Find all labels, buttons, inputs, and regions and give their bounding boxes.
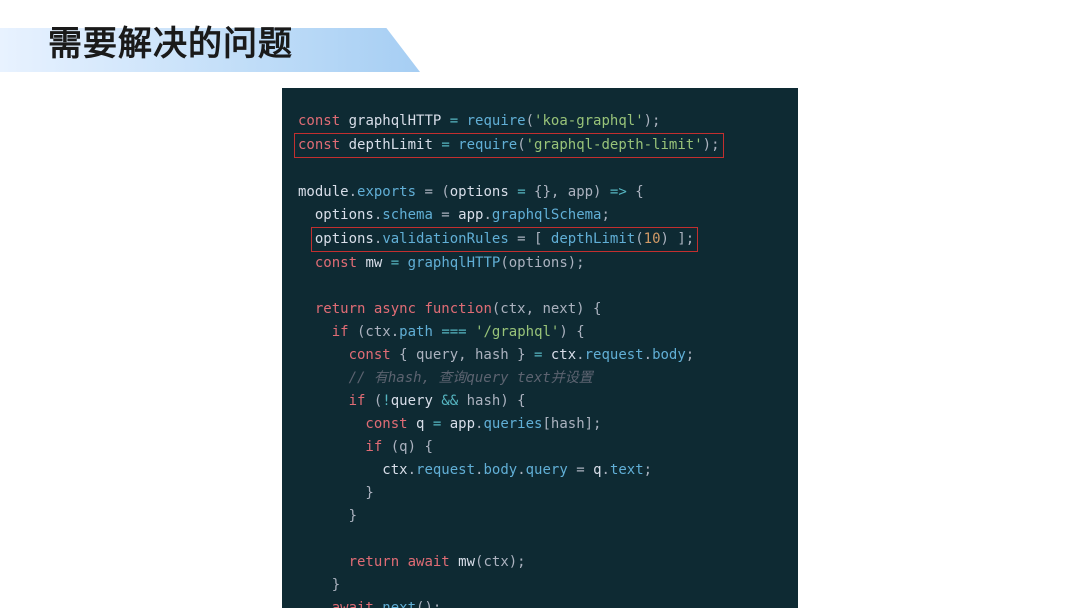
highlight-validation-rules: options.validationRules = [ depthLimit(1… (311, 227, 698, 252)
slide-title: 需要解决的问题 (48, 20, 293, 68)
highlight-depth-limit-import: const depthLimit = require('graphql-dept… (294, 133, 724, 158)
code-panel: const graphqlHTTP = require('koa-graphql… (282, 88, 798, 608)
code-block: const graphqlHTTP = require('koa-graphql… (298, 110, 782, 608)
slide-header: 需要解决的问题 (48, 20, 293, 68)
slide: 需要解决的问题 const graphqlHTTP = require('koa… (0, 0, 1080, 608)
